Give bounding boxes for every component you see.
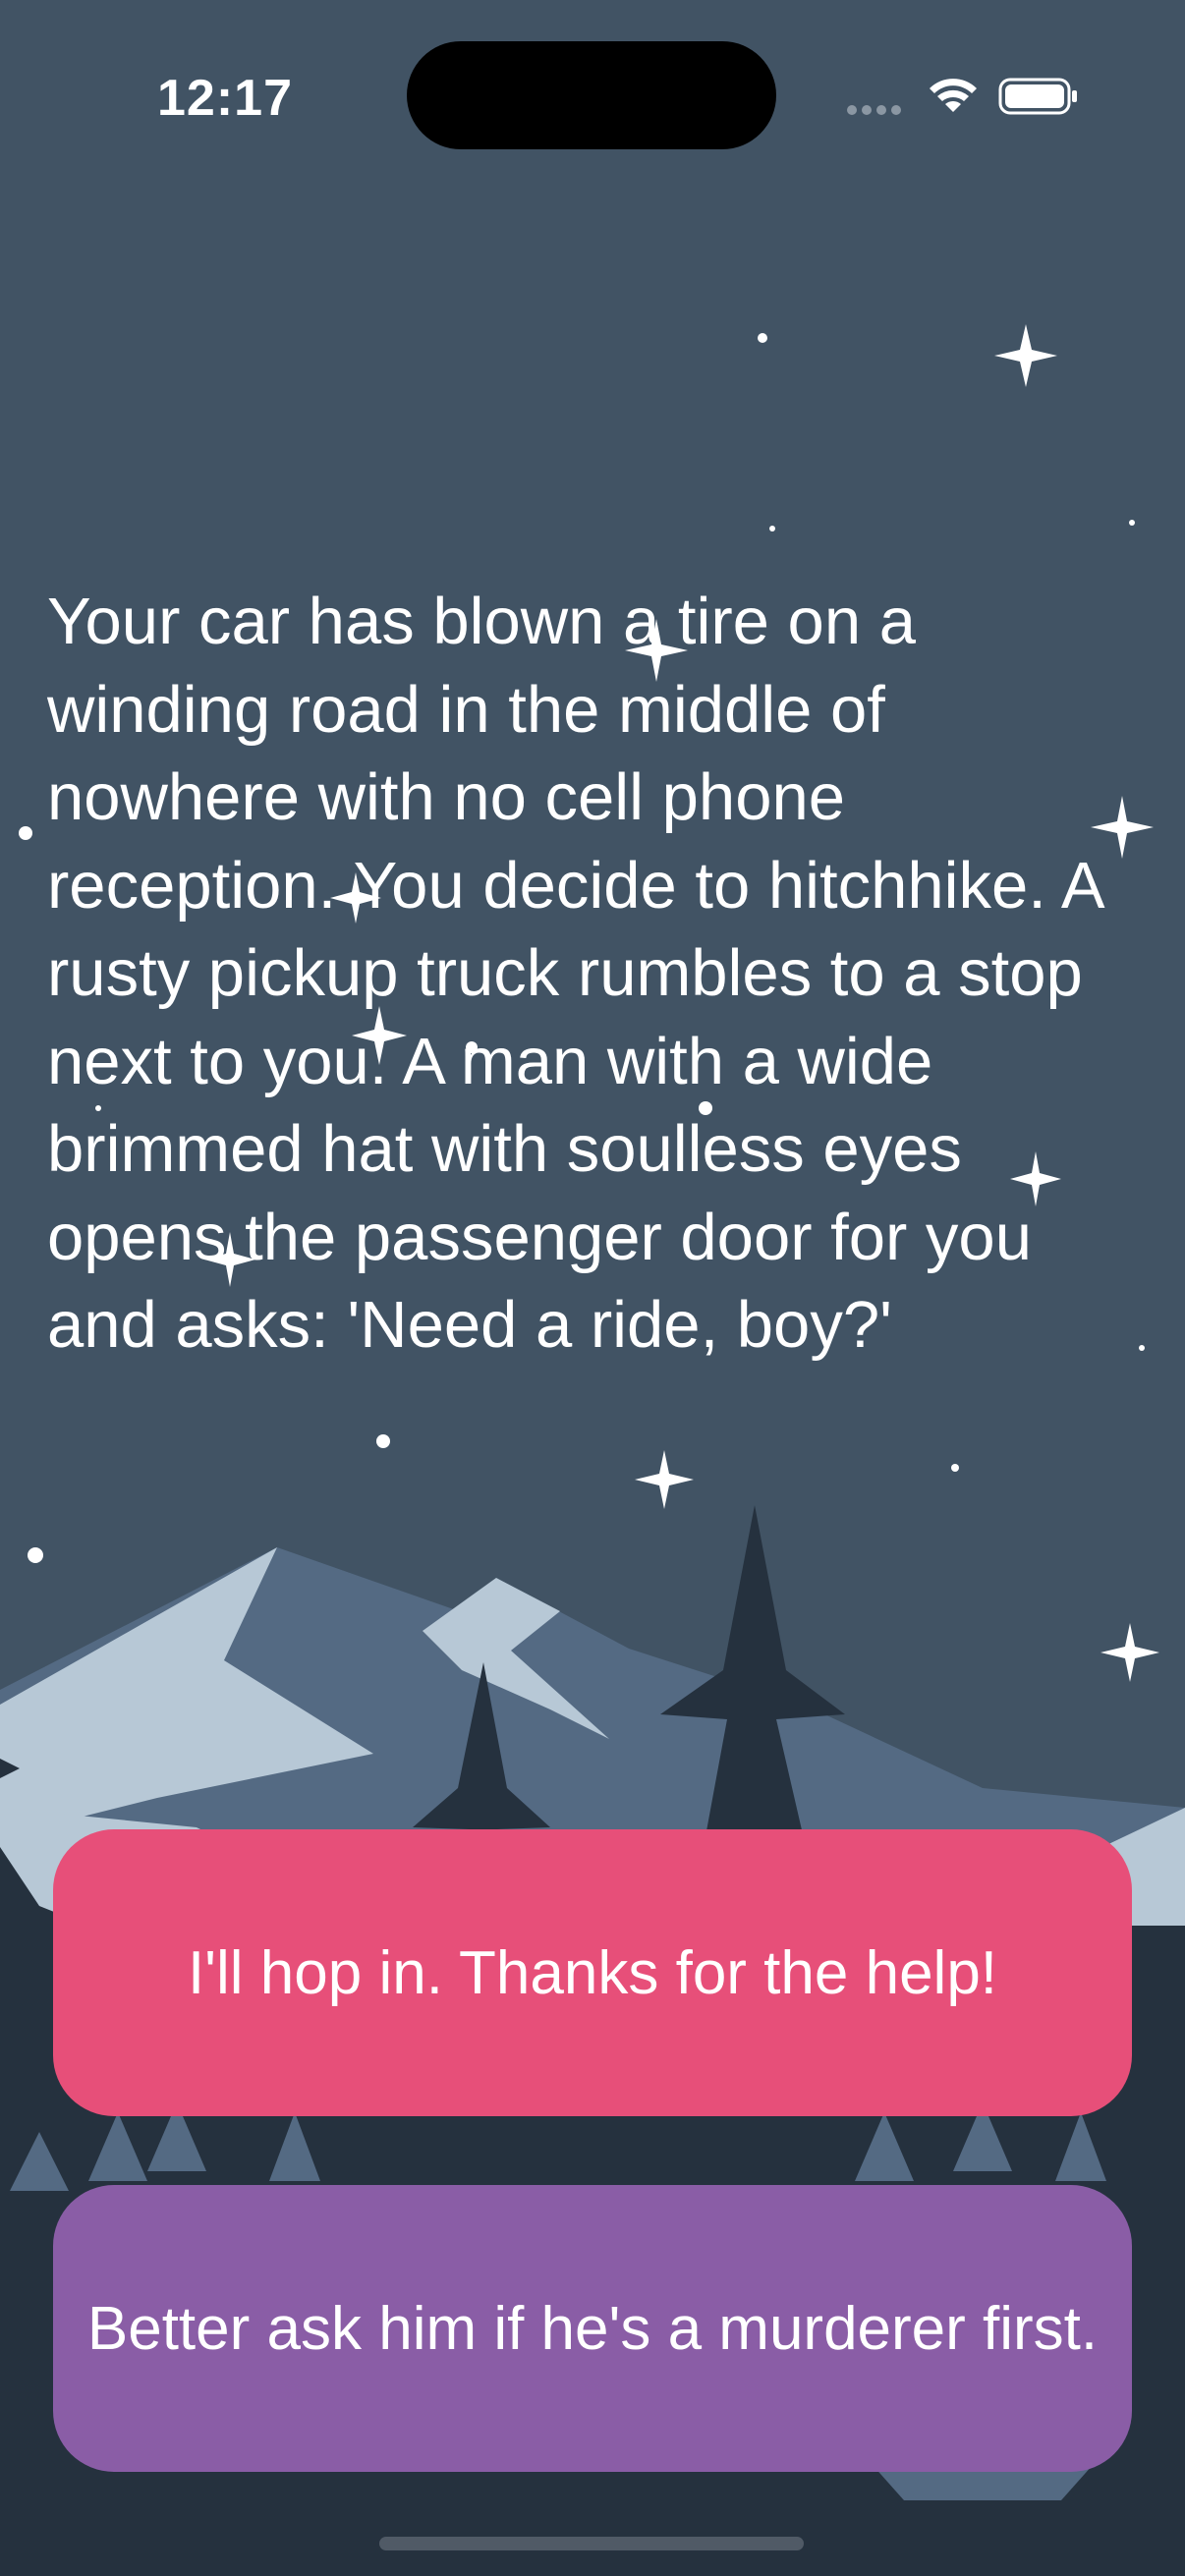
choice-button-hop-in[interactable]: I'll hop in. Thanks for the help! bbox=[53, 1829, 1132, 2116]
wifi-icon bbox=[930, 79, 977, 112]
cellular-signal-icon bbox=[847, 102, 906, 116]
choice-button-ask-murderer[interactable]: Better ask him if he's a murderer first. bbox=[53, 2185, 1132, 2472]
choice-label: Better ask him if he's a murderer first. bbox=[86, 2294, 1099, 2363]
status-time: 12:17 bbox=[157, 70, 293, 127]
home-indicator[interactable] bbox=[379, 2537, 804, 2550]
battery-icon bbox=[998, 78, 1077, 115]
dynamic-island bbox=[407, 41, 776, 149]
story-text: Your car has blown a tire on a winding r… bbox=[47, 585, 1101, 1362]
choice-label: I'll hop in. Thanks for the help! bbox=[187, 1938, 998, 2007]
